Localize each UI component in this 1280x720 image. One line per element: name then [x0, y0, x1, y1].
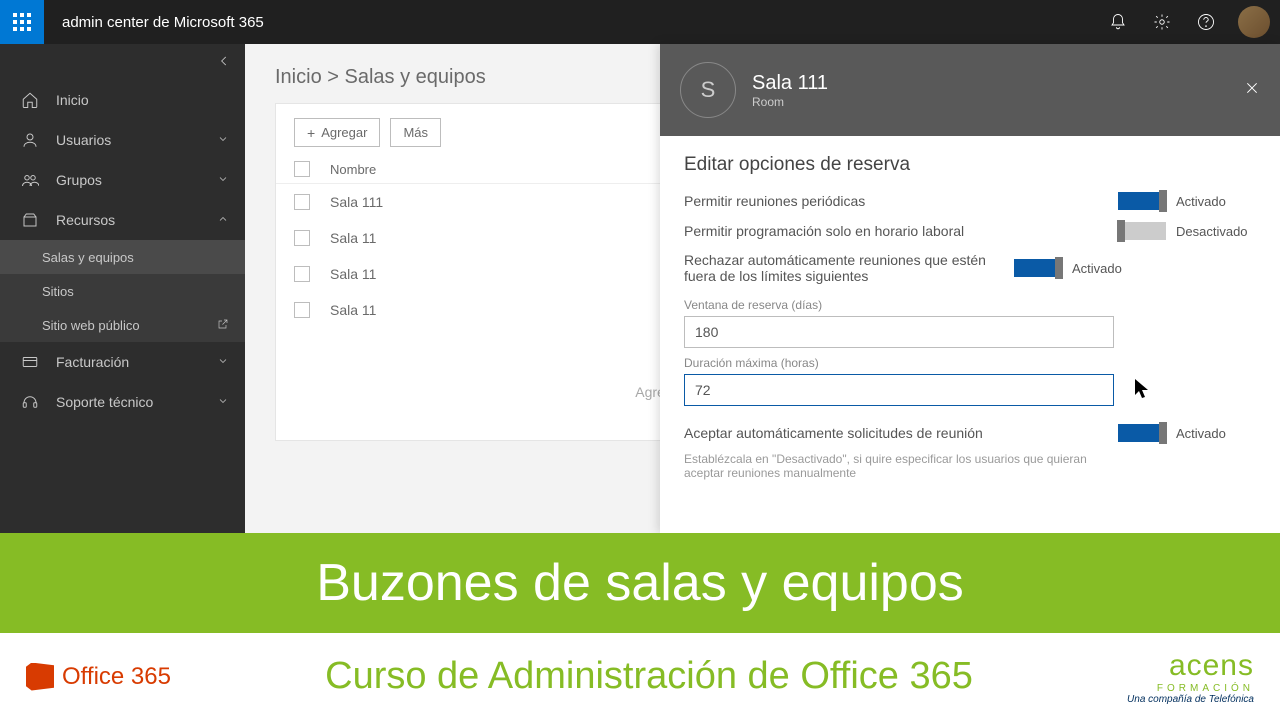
acens-logo: acens FORMACIÓN Una compañía de Telefóni… — [1127, 649, 1254, 705]
opt-periodic-label: Permitir reuniones periódicas — [684, 193, 1118, 209]
nav-sitios[interactable]: Sitios — [0, 274, 245, 308]
help-button[interactable] — [1184, 0, 1228, 44]
notifications-button[interactable] — [1096, 0, 1140, 44]
app-launcher[interactable] — [0, 0, 44, 44]
nav-recursos[interactable]: Recursos — [0, 200, 245, 240]
chevron-up-icon — [217, 212, 229, 228]
opt-workinghours-label: Permitir programación solo en horario la… — [684, 223, 1118, 239]
row-checkbox[interactable] — [294, 302, 310, 318]
booking-window-label: Ventana de reserva (días) — [684, 298, 1256, 312]
close-icon — [1244, 80, 1260, 96]
nav-inicio[interactable]: Inicio — [0, 80, 245, 120]
toggle-autoaccept[interactable] — [1118, 424, 1166, 442]
row-checkbox[interactable] — [294, 266, 310, 282]
user-icon — [20, 131, 40, 149]
chevron-down-icon — [217, 132, 229, 148]
user-avatar[interactable] — [1238, 6, 1270, 38]
app-title: admin center de Microsoft 365 — [44, 14, 1096, 31]
panel-heading: Editar opciones de reserva — [684, 154, 1256, 176]
col-name: Nombre — [330, 162, 376, 177]
toggle-periodic[interactable] — [1118, 192, 1166, 210]
max-duration-input[interactable] — [684, 374, 1114, 406]
breadcrumb-current: Salas y equipos — [345, 66, 486, 88]
resources-icon — [20, 211, 40, 229]
home-icon — [20, 91, 40, 109]
banner-title: Buzones de salas y equipos — [0, 533, 1280, 633]
nav-grupos[interactable]: Grupos — [0, 160, 245, 200]
nav-sitio-publico[interactable]: Sitio web público — [0, 308, 245, 342]
panel-subtitle: Room — [752, 95, 828, 109]
sidebar: Inicio Usuarios Grupos Recursos Salas y … — [0, 44, 245, 533]
toggle-workinghours[interactable] — [1118, 222, 1166, 240]
chevron-down-icon — [217, 394, 229, 410]
waffle-icon — [13, 13, 31, 31]
nav-facturacion[interactable]: Facturación — [0, 342, 245, 382]
row-checkbox[interactable] — [294, 230, 310, 246]
help-icon — [1197, 13, 1215, 31]
office-icon — [26, 663, 54, 691]
booking-window-input[interactable] — [684, 316, 1114, 348]
footer-banner: Buzones de salas y equipos Office 365 Cu… — [0, 533, 1280, 720]
support-icon — [20, 393, 40, 411]
row-checkbox[interactable] — [294, 194, 310, 210]
topbar: admin center de Microsoft 365 — [0, 0, 1280, 44]
chevron-down-icon — [217, 172, 229, 188]
nav-usuarios[interactable]: Usuarios — [0, 120, 245, 160]
toggle-reject[interactable] — [1014, 259, 1062, 277]
max-duration-label: Duración máxima (horas) — [684, 356, 1256, 370]
opt-reject-label: Rechazar automáticamente reuniones que e… — [684, 252, 1014, 284]
more-button[interactable]: Más — [390, 118, 441, 147]
panel-close[interactable] — [1244, 80, 1260, 101]
panel-title: Sala 111 — [752, 72, 828, 95]
sidebar-collapse[interactable] — [217, 54, 231, 71]
billing-icon — [20, 353, 40, 371]
chevron-down-icon — [217, 354, 229, 370]
add-button[interactable]: +Agregar — [294, 118, 380, 147]
settings-button[interactable] — [1140, 0, 1184, 44]
groups-icon — [20, 171, 40, 189]
nav-salas-equipos[interactable]: Salas y equipos — [0, 240, 245, 274]
panel-avatar: S — [680, 62, 736, 118]
plus-icon: + — [307, 126, 315, 140]
opt-autoaccept-label: Aceptar automáticamente solicitudes de r… — [684, 425, 1118, 441]
autoaccept-hint: Establézcala en "Desactivado", si quire … — [684, 452, 1114, 480]
bell-icon — [1109, 13, 1127, 31]
select-all-checkbox[interactable] — [294, 161, 310, 177]
gear-icon — [1153, 13, 1171, 31]
external-link-icon — [211, 318, 229, 333]
office365-logo: Office 365 — [26, 663, 171, 691]
detail-panel: S Sala 111 Room Editar opciones de reser… — [660, 44, 1280, 533]
course-title: Curso de Administración de Office 365 — [201, 655, 1097, 698]
nav-soporte[interactable]: Soporte técnico — [0, 382, 245, 422]
chevron-left-icon — [217, 54, 231, 68]
breadcrumb-home[interactable]: Inicio — [275, 66, 322, 88]
